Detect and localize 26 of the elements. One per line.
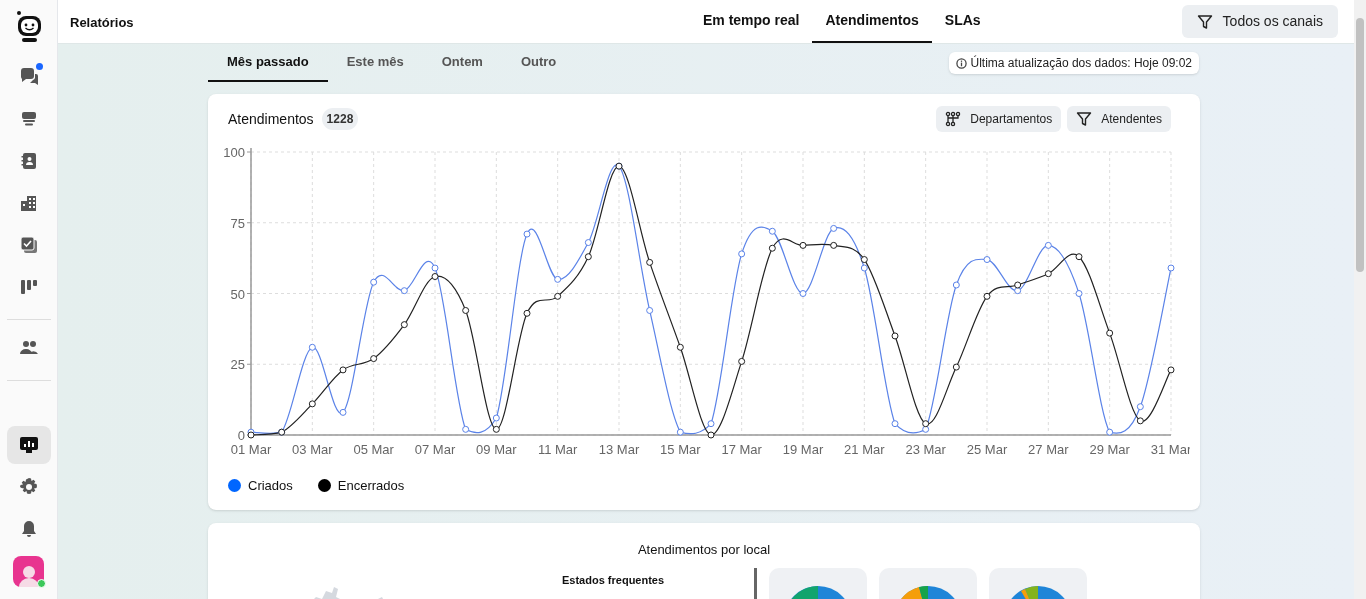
x-tick-label: 01 Mar: [230, 442, 272, 457]
x-tick-label: 11 Mar: [537, 442, 578, 457]
x-tick-label: 23 Mar: [905, 442, 946, 457]
count-badge: 1228: [321, 108, 359, 130]
x-tick-label: 09 Mar: [476, 442, 517, 457]
x-tick-label: 17 Mar: [721, 442, 762, 457]
y-tick-label: 0: [237, 428, 245, 443]
x-tick-label: 29 Mar: [1089, 442, 1130, 457]
y-tick-label: 75: [230, 215, 245, 231]
card-title: Atendimentos: [228, 109, 314, 129]
x-tick-label: 27 Mar: [1028, 442, 1069, 457]
x-tick-label: 25 Mar: [966, 442, 1008, 457]
x-tick-label: 21 Mar: [844, 442, 885, 457]
x-tick-label: 03 Mar: [292, 442, 333, 457]
x-tick-label: 05 Mar: [353, 442, 394, 457]
last-update-text: Última atualização dos dados: Hoje 09:02: [970, 54, 1192, 72]
x-tick-label: 15 Mar: [660, 442, 701, 457]
x-tick-label: 13 Mar: [598, 442, 640, 457]
y-tick-label: 50: [230, 286, 245, 302]
states-heading: Estados frequentes: [562, 572, 666, 588]
x-tick-label: 07 Mar: [414, 442, 456, 457]
card-title: Atendimentos por local: [636, 541, 772, 559]
page-title: Relatórios: [70, 14, 135, 32]
y-tick-label: 100: [223, 145, 245, 160]
x-tick-label: 19 Mar: [782, 442, 824, 457]
y-tick-label: 25: [230, 357, 245, 373]
